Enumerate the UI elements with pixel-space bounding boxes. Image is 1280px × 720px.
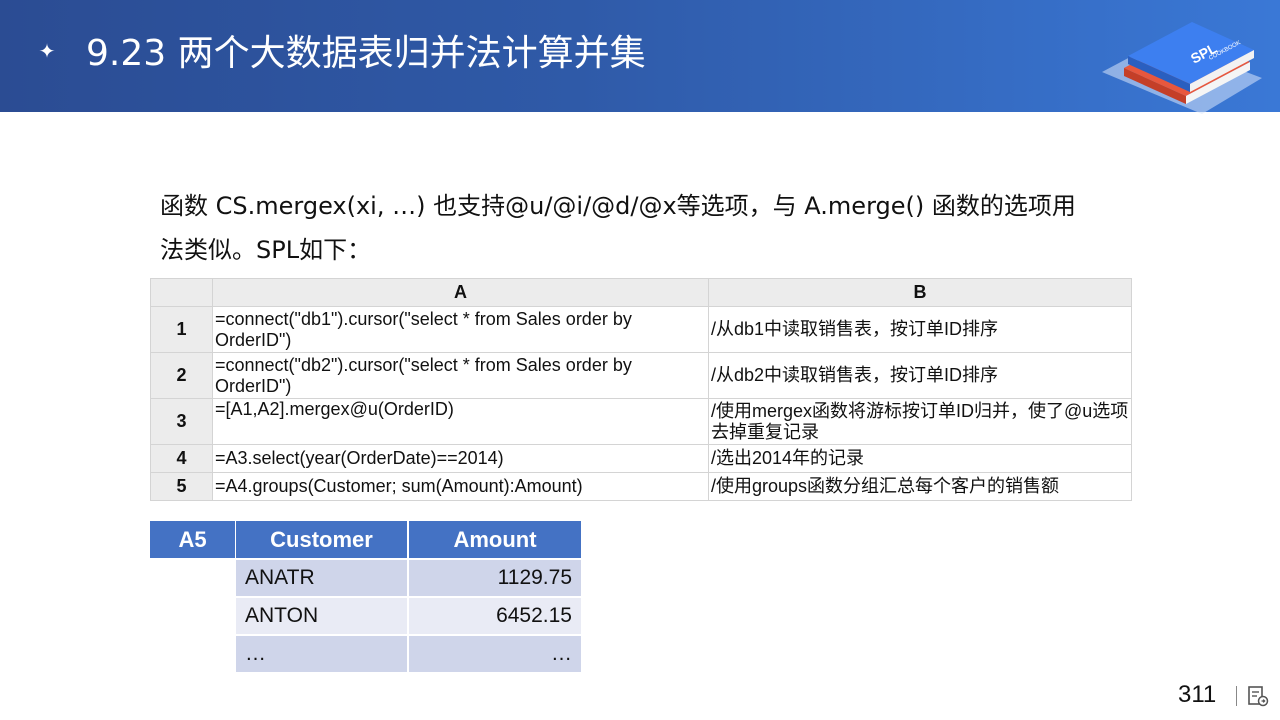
- spl-cookbook-logo: SPL COOKBOOK: [1102, 22, 1262, 114]
- comment-cell[interactable]: /选出2014年的记录: [708, 444, 1132, 473]
- expression-cell[interactable]: =connect("db1").cursor("select * from Sa…: [212, 306, 709, 353]
- row-number[interactable]: 3: [150, 398, 213, 445]
- slide-title: 9.23 两个大数据表归并法计算并集: [86, 33, 646, 74]
- intro-paragraph: 函数 CS.mergex(xi, …) 也支持@u/@i/@d/@x等选项，与 …: [160, 184, 1100, 272]
- row-number[interactable]: 1: [150, 306, 213, 353]
- code-row: 2 =connect("db2").cursor("select * from …: [150, 352, 1132, 399]
- code-row: 3 =[A1,A2].mergex@u(OrderID) /使用mergex函数…: [150, 398, 1132, 445]
- intro-line-2: 法类似。SPL如下：: [160, 236, 372, 264]
- result-header-amount: Amount: [409, 521, 581, 558]
- page-number: 311: [1178, 681, 1217, 708]
- column-header-a[interactable]: A: [212, 278, 709, 307]
- expression-cell[interactable]: =A3.select(year(OrderDate)==2014): [212, 444, 709, 473]
- result-customer-cell: ANATR: [236, 560, 407, 596]
- intro-line-1: 函数 CS.mergex(xi, …) 也支持@u/@i/@d/@x等选项，与 …: [160, 192, 1076, 220]
- code-row: 4 =A3.select(year(OrderDate)==2014) /选出2…: [150, 444, 1132, 473]
- expression-cell[interactable]: =[A1,A2].mergex@u(OrderID): [212, 398, 709, 445]
- slide-navigation-icon[interactable]: [1246, 684, 1270, 708]
- result-customer-cell: …: [236, 636, 407, 672]
- result-header-customer: Customer: [236, 521, 407, 558]
- slide-header: ✦ 9.23 两个大数据表归并法计算并集 SPL COOKBOOK: [0, 0, 1280, 114]
- column-header-b[interactable]: B: [708, 278, 1132, 307]
- row-number[interactable]: 2: [150, 352, 213, 399]
- spl-code-table: A B 1 =connect("db1").cursor("select * f…: [150, 278, 1132, 501]
- result-amount-cell: …: [409, 636, 581, 672]
- expression-cell[interactable]: =connect("db2").cursor("select * from Sa…: [212, 352, 709, 399]
- result-cell-label: A5: [150, 521, 235, 558]
- comment-cell[interactable]: /使用mergex函数将游标按订单ID归并，使了@u选项去掉重复记录: [708, 398, 1132, 445]
- code-row: 5 =A4.groups(Customer; sum(Amount):Amoun…: [150, 472, 1132, 501]
- result-customer-cell: ANTON: [236, 598, 407, 634]
- comment-cell[interactable]: /从db2中读取销售表，按订单ID排序: [708, 352, 1132, 399]
- result-amount-cell: 1129.75: [409, 560, 581, 596]
- title-bullet-icon: ✦: [38, 39, 56, 63]
- code-row: 1 =connect("db1").cursor("select * from …: [150, 306, 1132, 353]
- row-number[interactable]: 5: [150, 472, 213, 501]
- result-amount-cell: 6452.15: [409, 598, 581, 634]
- row-number[interactable]: 4: [150, 444, 213, 473]
- footer-divider: [1236, 686, 1237, 706]
- corner-cell: [150, 278, 213, 307]
- expression-cell[interactable]: =A4.groups(Customer; sum(Amount):Amount): [212, 472, 709, 501]
- comment-cell[interactable]: /使用groups函数分组汇总每个客户的销售额: [708, 472, 1132, 501]
- comment-cell[interactable]: /从db1中读取销售表，按订单ID排序: [708, 306, 1132, 353]
